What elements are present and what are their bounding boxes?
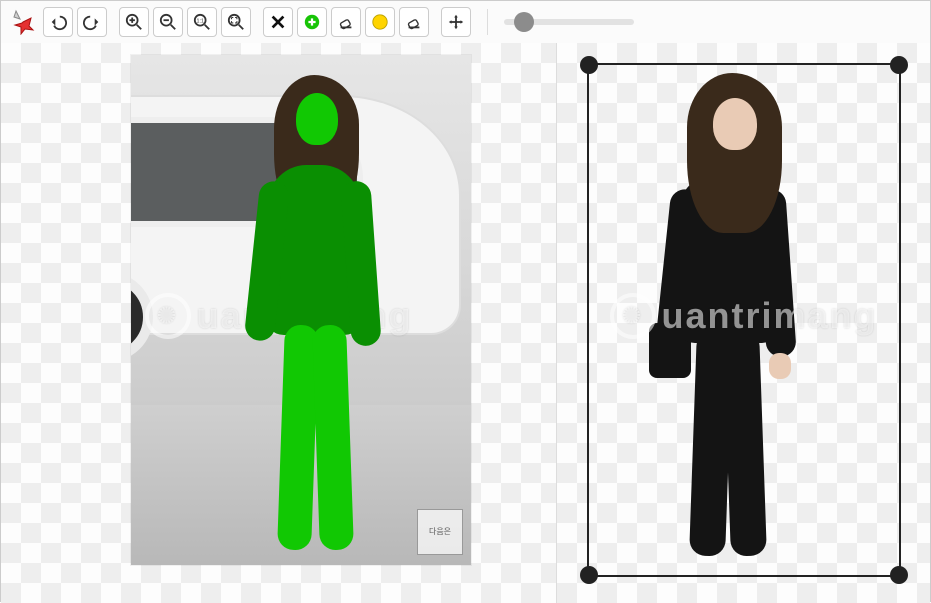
redo-button[interactable] (77, 7, 107, 37)
add-background-button[interactable] (365, 7, 395, 37)
clear-button[interactable] (263, 7, 293, 37)
erase-background-button[interactable] (399, 7, 429, 37)
workspace: 다음은 ✺ uantrimang ✺ uantrimang (1, 43, 930, 603)
crop-rectangle[interactable] (587, 63, 901, 577)
history-group (43, 7, 107, 37)
add-foreground-button[interactable] (297, 7, 327, 37)
toolbar: 1:1 (1, 1, 930, 43)
slider-thumb[interactable] (514, 12, 534, 32)
move-button[interactable] (441, 7, 471, 37)
crop-handle-bottom-right[interactable] (890, 566, 908, 584)
undo-button[interactable] (43, 7, 73, 37)
crop-handle-top-right[interactable] (890, 56, 908, 74)
foreground-mask (226, 75, 386, 555)
app-logo (9, 8, 37, 36)
move-group (441, 7, 471, 37)
brush-size-slider[interactable] (504, 19, 634, 25)
source-image[interactable]: 다음은 (131, 55, 471, 565)
svg-text:1:1: 1:1 (196, 18, 203, 24)
photo-stamp: 다음은 (417, 509, 463, 555)
result-panel[interactable]: ✺ uantrimang (557, 43, 930, 603)
source-panel[interactable]: 다음은 ✺ uantrimang (1, 43, 557, 603)
zoom-fit-button[interactable] (221, 7, 251, 37)
zoom-actual-button[interactable]: 1:1 (187, 7, 217, 37)
zoom-in-button[interactable] (119, 7, 149, 37)
mark-group (263, 7, 429, 37)
slider-track[interactable] (504, 19, 634, 25)
toolbar-divider (487, 9, 488, 35)
zoom-group: 1:1 (119, 7, 251, 37)
zoom-out-button[interactable] (153, 7, 183, 37)
crop-handle-top-left[interactable] (580, 56, 598, 74)
crop-handle-bottom-left[interactable] (580, 566, 598, 584)
erase-foreground-button[interactable] (331, 7, 361, 37)
